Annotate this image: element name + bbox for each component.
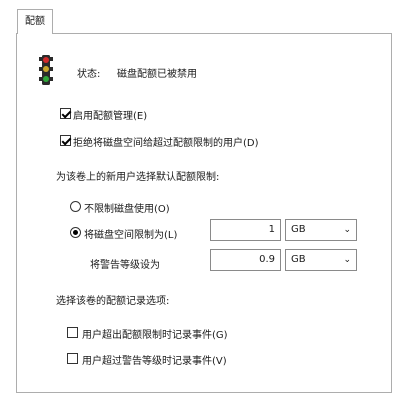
chevron-down-icon: ⌄ bbox=[343, 255, 351, 265]
limit-unit-value: GB bbox=[291, 224, 306, 235]
enable-quota-label[interactable]: 启用配额管理(E) bbox=[73, 107, 147, 122]
tab-quota-label: 配额 bbox=[25, 16, 45, 27]
deny-space-label[interactable]: 拒绝将磁盘空间给超过配额限制的用户(D) bbox=[73, 134, 259, 149]
log-warning-label[interactable]: 用户超过警告等级时记录事件(V) bbox=[82, 352, 227, 367]
limit-to-label[interactable]: 将磁盘空间限制为(L) bbox=[84, 226, 177, 241]
warning-value-input[interactable]: 0.9 bbox=[210, 249, 281, 271]
tab-quota[interactable]: 配额 bbox=[17, 9, 53, 34]
log-warning-checkbox[interactable] bbox=[67, 353, 78, 364]
log-limit-checkbox[interactable] bbox=[67, 327, 78, 338]
limit-to-radio[interactable] bbox=[70, 227, 81, 238]
limit-unit-select[interactable]: GB ⌄ bbox=[285, 219, 357, 241]
traffic-light-icon bbox=[39, 55, 53, 85]
status-value: 磁盘配额已被禁用 bbox=[117, 69, 197, 80]
log-limit-label[interactable]: 用户超出配额限制时记录事件(G) bbox=[82, 326, 228, 341]
no-limit-label[interactable]: 不限制磁盘使用(O) bbox=[84, 200, 170, 215]
no-limit-radio[interactable] bbox=[70, 201, 81, 212]
warning-unit-value: GB bbox=[291, 254, 306, 265]
enable-quota-checkbox[interactable] bbox=[60, 108, 71, 119]
warning-level-label: 将警告等级设为 bbox=[90, 260, 160, 271]
default-limit-heading: 为该卷上的新用户选择默认配额限制: bbox=[56, 172, 220, 183]
status-label: 状态: bbox=[77, 69, 101, 80]
limit-value-input[interactable]: 1 bbox=[210, 219, 281, 241]
chevron-down-icon: ⌄ bbox=[343, 225, 351, 235]
deny-space-checkbox[interactable] bbox=[60, 135, 71, 146]
logging-heading: 选择该卷的配额记录选项: bbox=[56, 296, 170, 307]
warning-unit-select[interactable]: GB ⌄ bbox=[285, 249, 357, 271]
